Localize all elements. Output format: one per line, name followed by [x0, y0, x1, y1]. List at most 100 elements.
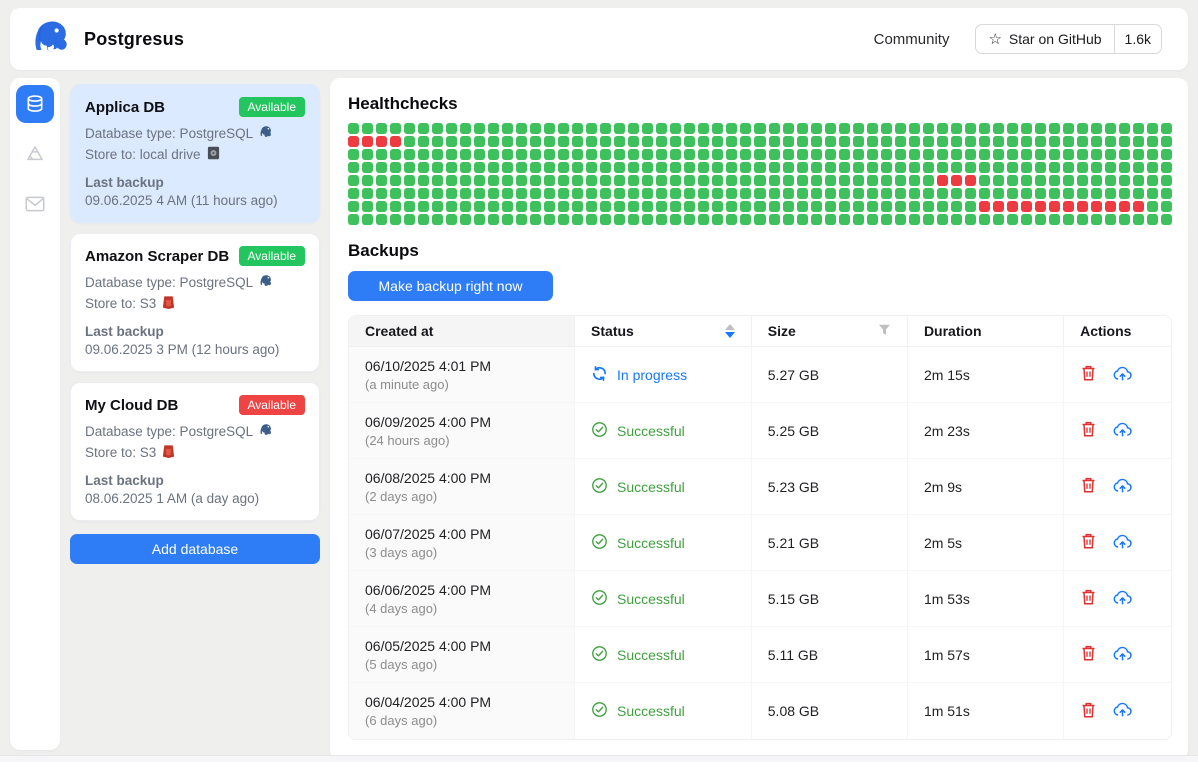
healthcheck-cell-ok[interactable]: [740, 149, 751, 160]
healthcheck-cell-ok[interactable]: [867, 188, 878, 199]
delete-backup-button[interactable]: [1080, 532, 1097, 553]
healthcheck-cell-ok[interactable]: [712, 162, 723, 173]
healthcheck-cell-ok[interactable]: [684, 214, 695, 225]
healthcheck-cell-ok[interactable]: [993, 175, 1004, 186]
healthcheck-cell-ok[interactable]: [572, 136, 583, 147]
healthcheck-cell-ok[interactable]: [446, 175, 457, 186]
healthcheck-cell-ok[interactable]: [684, 201, 695, 212]
healthcheck-cell-ok[interactable]: [754, 149, 765, 160]
healthcheck-cell-ok[interactable]: [1147, 188, 1158, 199]
healthcheck-cell-ok[interactable]: [502, 136, 513, 147]
github-star-count[interactable]: 1.6k: [1114, 25, 1161, 53]
healthcheck-cell-ok[interactable]: [839, 136, 850, 147]
healthcheck-cell-ok[interactable]: [1007, 136, 1018, 147]
healthcheck-cell-ok[interactable]: [909, 214, 920, 225]
healthcheck-cell-ok[interactable]: [1063, 188, 1074, 199]
healthcheck-cell-ok[interactable]: [516, 175, 527, 186]
healthcheck-cell-ok[interactable]: [811, 188, 822, 199]
healthcheck-cell-ok[interactable]: [656, 136, 667, 147]
healthcheck-cell-ok[interactable]: [698, 162, 709, 173]
healthcheck-cell-ok[interactable]: [390, 188, 401, 199]
delete-backup-button[interactable]: [1080, 701, 1097, 722]
healthcheck-cell-ok[interactable]: [1161, 123, 1172, 134]
healthcheck-cell-ok[interactable]: [909, 162, 920, 173]
healthcheck-cell-ok[interactable]: [1035, 162, 1046, 173]
healthcheck-cell-ok[interactable]: [544, 214, 555, 225]
healthcheck-cell-ok[interactable]: [1147, 201, 1158, 212]
healthcheck-cell-ok[interactable]: [446, 214, 457, 225]
healthcheck-cell-ok[interactable]: [586, 214, 597, 225]
healthcheck-cell-ok[interactable]: [923, 188, 934, 199]
healthcheck-cell-ok[interactable]: [614, 201, 625, 212]
healthcheck-cell-ok[interactable]: [867, 214, 878, 225]
healthcheck-cell-ok[interactable]: [1035, 214, 1046, 225]
horizontal-scrollbar[interactable]: [0, 755, 1198, 762]
healthcheck-cell-ok[interactable]: [348, 149, 359, 160]
healthcheck-cell-ok[interactable]: [1049, 136, 1060, 147]
healthcheck-cell-ok[interactable]: [572, 162, 583, 173]
restore-backup-button[interactable]: [1113, 477, 1132, 497]
healthcheck-cell-ok[interactable]: [544, 201, 555, 212]
healthcheck-cell-ok[interactable]: [544, 136, 555, 147]
healthcheck-cell-ok[interactable]: [642, 149, 653, 160]
healthcheck-cell-ok[interactable]: [740, 214, 751, 225]
healthcheck-cell-ok[interactable]: [1147, 123, 1158, 134]
healthcheck-cell-ok[interactable]: [642, 214, 653, 225]
healthcheck-cell-ok[interactable]: [867, 136, 878, 147]
healthcheck-cell-ok[interactable]: [923, 175, 934, 186]
healthcheck-cell-ok[interactable]: [530, 149, 541, 160]
healthcheck-cell-ok[interactable]: [867, 201, 878, 212]
healthcheck-cell-ok[interactable]: [839, 149, 850, 160]
healthcheck-cell-ok[interactable]: [895, 175, 906, 186]
healthcheck-cell-ok[interactable]: [614, 149, 625, 160]
healthcheck-cell-ok[interactable]: [1091, 123, 1102, 134]
healthcheck-cell-ok[interactable]: [769, 201, 780, 212]
healthcheck-cell-ok[interactable]: [769, 214, 780, 225]
healthcheck-cell-ok[interactable]: [586, 188, 597, 199]
healthcheck-cell-ok[interactable]: [1049, 175, 1060, 186]
healthcheck-cell-ok[interactable]: [993, 123, 1004, 134]
healthcheck-cell-ok[interactable]: [867, 162, 878, 173]
healthcheck-cell-ok[interactable]: [488, 162, 499, 173]
healthcheck-cell-ok[interactable]: [404, 149, 415, 160]
healthcheck-cell-ok[interactable]: [712, 149, 723, 160]
healthcheck-cell-ok[interactable]: [670, 175, 681, 186]
healthcheck-cell-ok[interactable]: [811, 214, 822, 225]
delete-backup-button[interactable]: [1080, 588, 1097, 609]
healthcheck-cell-ok[interactable]: [993, 214, 1004, 225]
healthcheck-cell-ok[interactable]: [1091, 175, 1102, 186]
healthcheck-cell-ok[interactable]: [1063, 162, 1074, 173]
healthcheck-cell-ok[interactable]: [839, 214, 850, 225]
healthcheck-cell-ok[interactable]: [1161, 175, 1172, 186]
healthcheck-cell-ok[interactable]: [1063, 214, 1074, 225]
healthcheck-cell-ok[interactable]: [362, 175, 373, 186]
healthcheck-cell-ok[interactable]: [1147, 149, 1158, 160]
healthcheck-cell-ok[interactable]: [839, 123, 850, 134]
healthcheck-cell-ok[interactable]: [1063, 175, 1074, 186]
healthcheck-cell-ok[interactable]: [1021, 136, 1032, 147]
healthcheck-cell-ok[interactable]: [965, 188, 976, 199]
healthcheck-cell-ok[interactable]: [853, 175, 864, 186]
healthcheck-cell-ok[interactable]: [1091, 136, 1102, 147]
healthcheck-cell-ok[interactable]: [1091, 149, 1102, 160]
healthcheck-cell-ok[interactable]: [516, 188, 527, 199]
healthcheck-cell-ok[interactable]: [684, 175, 695, 186]
healthcheck-cell-ok[interactable]: [783, 162, 794, 173]
healthcheck-cell-ok[interactable]: [783, 136, 794, 147]
healthcheck-cell-ok[interactable]: [1063, 136, 1074, 147]
healthcheck-cell-ok[interactable]: [881, 201, 892, 212]
healthcheck-cell-ok[interactable]: [1105, 188, 1116, 199]
healthcheck-cell-ok[interactable]: [867, 123, 878, 134]
healthcheck-cell-ok[interactable]: [628, 123, 639, 134]
healthcheck-cell-ok[interactable]: [502, 201, 513, 212]
healthcheck-cell-ok[interactable]: [670, 136, 681, 147]
healthcheck-cell-ok[interactable]: [572, 214, 583, 225]
healthcheck-cell-ok[interactable]: [1049, 214, 1060, 225]
healthcheck-cell-ok[interactable]: [895, 214, 906, 225]
healthcheck-cell-ok[interactable]: [446, 123, 457, 134]
healthcheck-cell-ok[interactable]: [348, 123, 359, 134]
healthcheck-cell-ok[interactable]: [390, 162, 401, 173]
healthcheck-cell-ok[interactable]: [362, 201, 373, 212]
healthcheck-cell-ok[interactable]: [1077, 188, 1088, 199]
healthcheck-cell-ok[interactable]: [726, 214, 737, 225]
